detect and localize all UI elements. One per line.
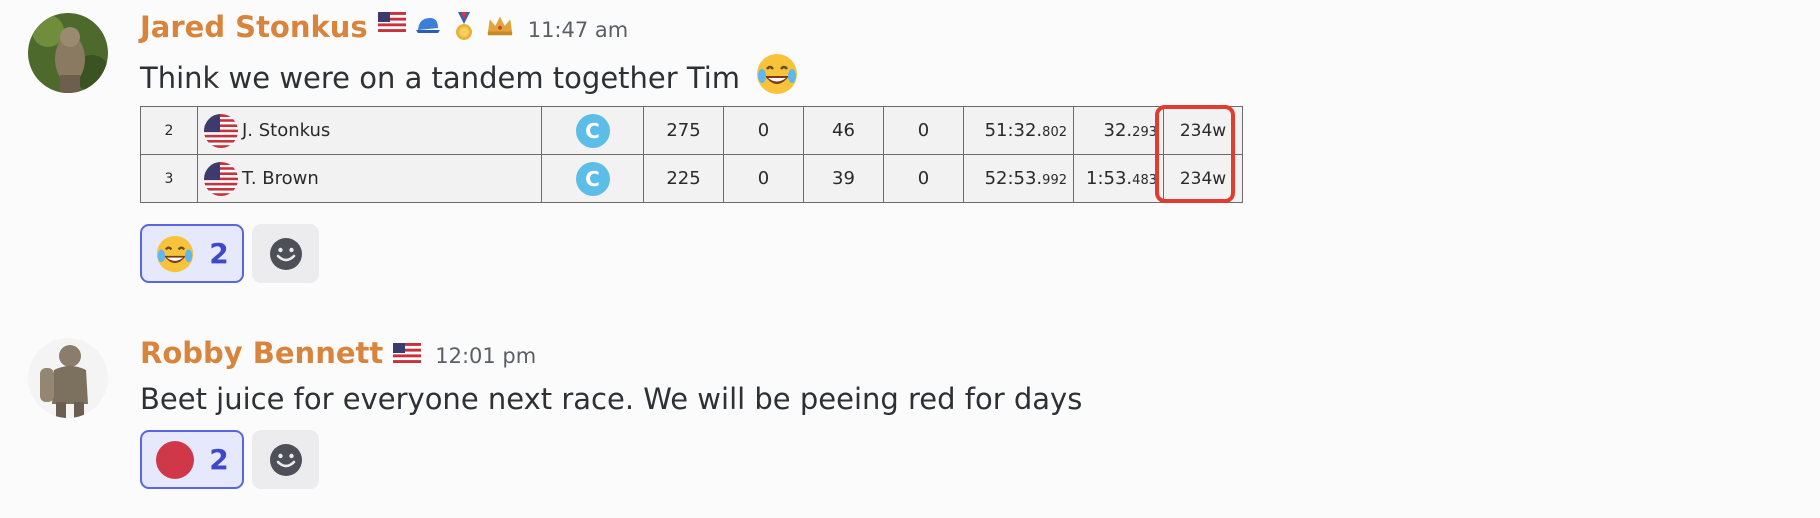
author-name[interactable]: Jared Stonkus: [140, 10, 368, 44]
rider-name: T. Brown: [242, 168, 319, 189]
stat-cell: 275: [643, 106, 724, 155]
reaction-button[interactable]: 2: [140, 224, 244, 283]
stat-cell: 46: [803, 106, 884, 155]
add-reaction-button[interactable]: [252, 430, 319, 489]
time-gap: 1:53.483: [1073, 154, 1164, 203]
reaction-count: 2: [209, 237, 229, 270]
medal-icon: [455, 12, 472, 40]
position-cell: 3: [140, 154, 198, 203]
table-row: 3 T. Brown C 225 0 39 0 52:53.992 1:53.4…: [140, 154, 1243, 203]
rider-name: J. Stonkus: [242, 120, 331, 141]
red-highlight-annotation: [1155, 105, 1235, 203]
smiley-icon: [269, 443, 302, 476]
us-flag-icon: [377, 12, 406, 32]
role-badges: [377, 12, 514, 42]
stat-cell: 0: [883, 154, 964, 203]
reaction-count: 2: [209, 443, 229, 476]
message-text: Beet juice for everyone next race. We wi…: [140, 382, 1083, 416]
add-reaction-button[interactable]: [252, 224, 319, 283]
position-cell: 2: [140, 106, 198, 155]
laughing-tears-emoji: [757, 54, 798, 94]
laughing-tears-emoji: [157, 235, 194, 272]
reaction-button[interactable]: 2: [140, 430, 244, 489]
timestamp[interactable]: 12:01 pm: [435, 344, 536, 368]
stat-cell: 39: [803, 154, 884, 203]
red-circle-emoji: [156, 440, 195, 479]
role-badges: [393, 343, 422, 363]
us-flag-icon: [393, 343, 422, 363]
finish-time: 51:32.802: [963, 106, 1074, 155]
avatar[interactable]: [28, 13, 108, 93]
stat-cell: 0: [883, 106, 964, 155]
timestamp[interactable]: 11:47 am: [528, 18, 629, 42]
stat-cell: 225: [643, 154, 724, 203]
race-results-table: 2 J. Stonkus C 275 0 46 0 51:32.802 32.2…: [140, 106, 1243, 203]
category-badge: C: [575, 161, 610, 196]
author-name[interactable]: Robby Bennett: [140, 336, 383, 370]
category-badge: C: [575, 113, 610, 148]
smiley-icon: [269, 237, 302, 270]
stat-cell: 0: [723, 106, 804, 155]
us-flag-icon: [204, 113, 238, 148]
crown-icon: [487, 16, 512, 36]
stat-cell: 0: [723, 154, 804, 203]
us-flag-icon: [204, 161, 238, 196]
message-text: Think we were on a tandem together Tim: [140, 61, 741, 95]
table-row: 2 J. Stonkus C 275 0 46 0 51:32.802 32.2…: [140, 106, 1243, 155]
time-gap: 32.293: [1073, 106, 1164, 155]
finish-time: 52:53.992: [963, 154, 1074, 203]
avatar[interactable]: [28, 338, 108, 418]
blue-cap-icon: [415, 18, 440, 33]
